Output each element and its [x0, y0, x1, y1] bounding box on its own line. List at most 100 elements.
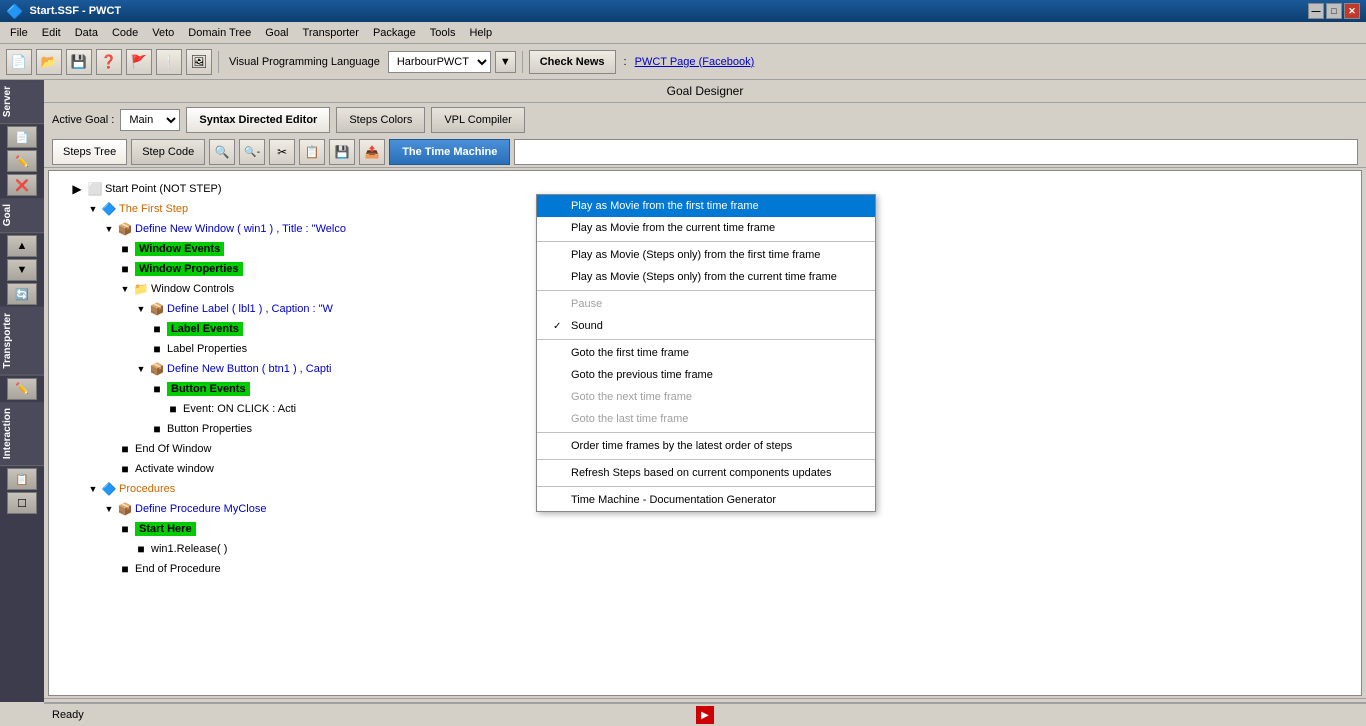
help-button[interactable]: ❓ [96, 49, 122, 75]
menu-file[interactable]: File [4, 25, 34, 41]
dropdown-item-3[interactable]: Play as Movie (Steps only) from the curr… [537, 266, 875, 288]
interaction-label[interactable]: Interaction [0, 402, 44, 466]
app-icon: 🔷 [6, 3, 23, 20]
menu-domain-tree[interactable]: Domain Tree [182, 25, 257, 41]
transporter-label[interactable]: Transporter [0, 307, 44, 376]
facebook-link[interactable]: PWCT Page (Facebook) [635, 56, 755, 68]
interaction-icon-1[interactable]: 📋 [7, 468, 37, 490]
goal-icon-down[interactable]: ▼ [7, 259, 37, 281]
node-icon-1: 🔷 [101, 199, 117, 219]
server-label[interactable]: Server [0, 80, 44, 124]
ready-bar: Ready ▶ [44, 702, 1366, 726]
warning-button[interactable]: ❕ [156, 49, 182, 75]
goal-section: Goal ▲ ▼ 🔄 [0, 198, 44, 307]
expand-icon-6[interactable]: ▼ [133, 299, 149, 319]
menu-goal[interactable]: Goal [259, 25, 294, 41]
transporter-icon-1[interactable]: ✏️ [7, 378, 37, 400]
syntax-directed-editor-button[interactable]: Syntax Directed Editor [186, 107, 330, 133]
image-button[interactable]: 🖼 [186, 49, 212, 75]
interaction-section: Interaction 📋 ☐ [0, 402, 44, 516]
dropdown-item-first-frame[interactable]: Goto the first time frame [537, 342, 875, 364]
server-icons: 📄 ✏️ ❌ [0, 124, 44, 198]
menu-veto[interactable]: Veto [146, 25, 180, 41]
separator-c [537, 339, 875, 340]
node-label-7: Label Events [167, 319, 243, 339]
node-label-11: Event: ON CLICK : Acti [183, 399, 296, 419]
expand-icon-9[interactable]: ▼ [133, 359, 149, 379]
steps-tree-tab[interactable]: Steps Tree [52, 139, 127, 165]
expand-icon-16[interactable]: ▼ [101, 499, 117, 519]
square-18: ■ [133, 539, 149, 559]
goal-label[interactable]: Goal [0, 198, 44, 233]
goal-icons: ▲ ▼ 🔄 [0, 233, 44, 307]
check-news-button[interactable]: Check News [529, 50, 616, 74]
title-bar: 🔷 Start.SSF - PWCT — □ ✕ [0, 0, 1366, 22]
server-icon-3[interactable]: ❌ [7, 174, 37, 196]
zoom-out-btn[interactable]: 🔍- [239, 139, 265, 165]
paste-btn[interactable]: 📋 [299, 139, 325, 165]
expand-icon-0[interactable]: ▶ [69, 179, 85, 199]
dropdown-item-2[interactable]: Play as Movie (Steps only) from the firs… [537, 244, 875, 266]
menu-edit[interactable]: Edit [36, 25, 67, 41]
square-4: ■ [117, 259, 133, 279]
close-button[interactable]: ✕ [1344, 3, 1360, 19]
dropdown-item-prev-frame[interactable]: Goto the previous time frame [537, 364, 875, 386]
language-select[interactable]: HarbourPWCT [388, 51, 491, 73]
vpl-label: Visual Programming Language [225, 56, 384, 68]
time-machine-button[interactable]: The Time Machine [389, 139, 510, 165]
cut-btn[interactable]: ✂ [269, 139, 295, 165]
separator-f [537, 486, 875, 487]
separator-d [537, 432, 875, 433]
new-button[interactable]: 📄 [6, 49, 32, 75]
dropdown-item-0[interactable]: Play as Movie from the first time frame [537, 195, 875, 217]
export-btn[interactable]: 📤 [359, 139, 385, 165]
goal-select[interactable]: Main [120, 109, 180, 131]
separator-2 [522, 51, 523, 73]
separator-b [537, 290, 875, 291]
square-12: ■ [149, 419, 165, 439]
save-step-btn[interactable]: 💾 [329, 139, 355, 165]
status-indicator: ▶ [696, 706, 714, 724]
expand-icon-15[interactable]: ▼ [85, 479, 101, 499]
open-button[interactable]: 📂 [36, 49, 62, 75]
menu-transporter[interactable]: Transporter [297, 25, 365, 41]
ready-text: Ready [52, 709, 84, 721]
dropdown-item-doc-gen[interactable]: Time Machine - Documentation Generator [537, 489, 875, 511]
dropdown-item-order[interactable]: Order time frames by the latest order of… [537, 435, 875, 457]
lang-dropdown-btn[interactable]: ▼ [495, 51, 516, 73]
left-panel: Server 📄 ✏️ ❌ Goal ▲ ▼ 🔄 Transporter ✏️ … [0, 80, 44, 702]
expand-icon-1[interactable]: ▼ [85, 199, 101, 219]
title-bar-left: 🔷 Start.SSF - PWCT [6, 3, 121, 20]
flag-button[interactable]: 🚩 [126, 49, 152, 75]
menu-code[interactable]: Code [106, 25, 144, 41]
node-label-9: Define New Button ( btn1 ) , Capti [167, 359, 331, 379]
dropdown-item-sound[interactable]: ✓ Sound [537, 315, 875, 337]
goal-icon-up[interactable]: ▲ [7, 235, 37, 257]
node-icon-6: 📦 [149, 299, 165, 319]
menu-package[interactable]: Package [367, 25, 422, 41]
vpl-compiler-button[interactable]: VPL Compiler [431, 107, 524, 133]
server-icon-1[interactable]: 📄 [7, 126, 37, 148]
square-8: ■ [149, 339, 165, 359]
menu-help[interactable]: Help [463, 25, 498, 41]
menu-tools[interactable]: Tools [424, 25, 462, 41]
transporter-icons: ✏️ [0, 376, 44, 402]
maximize-button[interactable]: □ [1326, 3, 1342, 19]
dropdown-item-refresh[interactable]: Refresh Steps based on current component… [537, 462, 875, 484]
node-label-16: Define Procedure MyClose [135, 499, 266, 519]
expand-icon-5[interactable]: ▼ [117, 279, 133, 299]
square-13: ■ [117, 439, 133, 459]
server-icon-2[interactable]: ✏️ [7, 150, 37, 172]
menu-data[interactable]: Data [69, 25, 104, 41]
zoom-in-btn[interactable]: 🔍 [209, 139, 235, 165]
steps-colors-button[interactable]: Steps Colors [336, 107, 425, 133]
node-icon-5: 📁 [133, 279, 149, 299]
save-button[interactable]: 💾 [66, 49, 92, 75]
interaction-icon-2[interactable]: ☐ [7, 492, 37, 514]
dropdown-item-1[interactable]: Play as Movie from the current time fram… [537, 217, 875, 239]
step-code-tab[interactable]: Step Code [131, 139, 205, 165]
minimize-button[interactable]: — [1308, 3, 1324, 19]
node-label-1: The First Step [119, 199, 188, 219]
expand-icon-2[interactable]: ▼ [101, 219, 117, 239]
goal-icon-refresh[interactable]: 🔄 [7, 283, 37, 305]
